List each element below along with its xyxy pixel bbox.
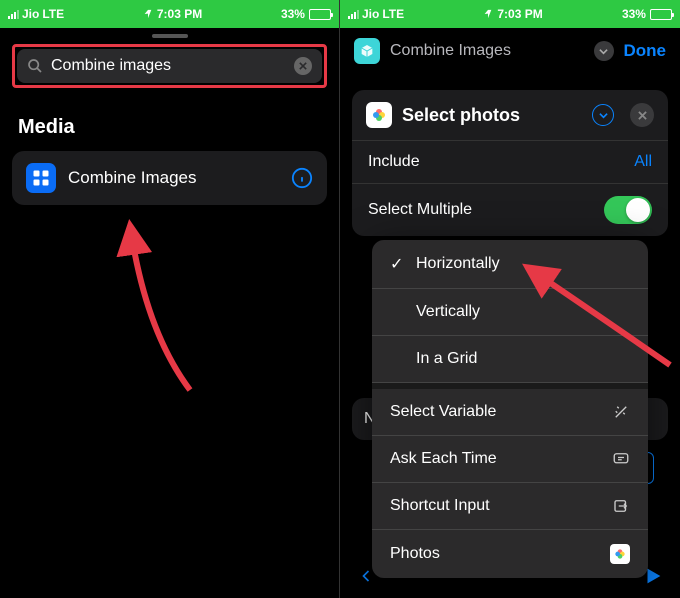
card-title: Select photos [402,105,582,126]
magic-wand-icon [612,403,630,421]
battery-icon [309,9,331,20]
status-bar: Jio LTE 7:03 PM 33% [0,0,339,28]
photos-app-icon [366,102,392,128]
select-multiple-toggle[interactable] [604,196,652,224]
include-value: All [634,153,652,171]
carrier-label: Jio [362,7,379,21]
select-photos-card: Select photos Include All Select Multipl… [352,90,668,236]
menu-ask-each-time[interactable]: Ask Each Time [372,436,648,483]
menu-photos[interactable]: Photos [372,530,648,578]
signal-icon [348,10,359,19]
card-header: Select photos [352,90,668,140]
menu-shortcut-input[interactable]: Shortcut Input [372,483,648,530]
network-label: LTE [382,7,404,21]
done-button[interactable]: Done [624,41,667,61]
search-bar[interactable] [17,49,322,83]
action-label: Combine Images [68,168,279,188]
annotation-arrow [90,210,210,400]
message-icon [612,450,630,468]
editor-header: Combine Images Done [340,28,680,74]
search-input[interactable] [51,57,294,75]
right-screen: Jio LTE 7:03 PM 33% Combine Images Done … [340,0,680,598]
select-multiple-row: Select Multiple [352,183,668,236]
check-icon: ✓ [390,254,404,274]
menu-vertically[interactable]: Vertically [372,289,648,336]
time-label: 7:03 PM [497,7,542,21]
menu-select-variable[interactable]: Select Variable [372,389,648,436]
menu-grid[interactable]: In a Grid [372,336,648,383]
chevron-down-icon [599,111,608,120]
carrier-label: Jio [22,7,39,21]
card-close-button[interactable] [630,103,654,127]
battery-icon [650,9,672,20]
include-label: Include [368,153,420,171]
info-icon[interactable] [291,167,313,189]
left-screen: Jio LTE 7:03 PM 33% Media Combine Images [0,0,340,598]
photos-app-icon [610,544,630,564]
time-label: 7:03 PM [157,7,202,21]
search-icon [27,58,43,74]
header-chevron[interactable] [594,41,614,61]
combine-images-action[interactable]: Combine Images [12,151,327,205]
options-menu: ✓ Horizontally Vertically In a Grid Sele… [372,240,648,578]
header-title: Combine Images [390,42,584,60]
location-icon [143,9,153,19]
menu-horizontally[interactable]: ✓ Horizontally [372,240,648,289]
network-label: LTE [42,7,64,21]
close-icon [638,111,647,120]
status-bar: Jio LTE 7:03 PM 33% [340,0,680,28]
multiple-label: Select Multiple [368,201,472,219]
combine-images-icon [26,163,56,193]
include-row[interactable]: Include All [352,140,668,183]
section-title: Media [18,116,321,139]
signal-icon [8,10,19,19]
close-icon [299,62,307,70]
battery-pct: 33% [281,7,305,21]
card-expand[interactable] [592,104,614,126]
chevron-down-icon [599,47,608,56]
battery-pct: 33% [622,7,646,21]
clear-search-button[interactable] [294,57,312,75]
drag-handle[interactable] [152,34,188,38]
shortcut-icon[interactable] [354,38,380,64]
search-highlight [12,44,327,88]
input-icon [612,497,630,515]
location-icon [483,9,493,19]
